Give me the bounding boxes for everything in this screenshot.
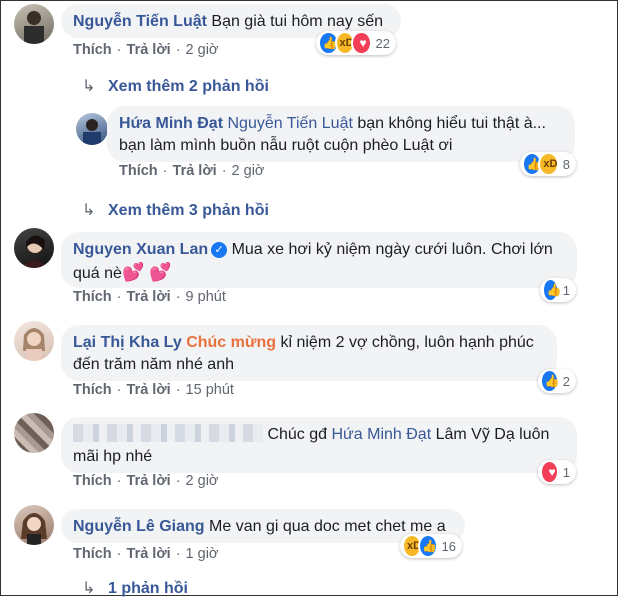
comment-text: Me van gi qua doc met chet me a — [209, 518, 446, 535]
reaction-count: 8 — [562, 156, 570, 172]
separator: · — [162, 163, 168, 179]
commenter-name[interactable]: Hứa Minh Đạt — [119, 115, 223, 132]
comment-text: bạn không hiểu tui thật à... — [357, 115, 546, 132]
reply-link[interactable]: Trả lời — [127, 546, 171, 562]
like-link[interactable]: Thích — [73, 473, 112, 489]
avatar[interactable] — [14, 505, 54, 545]
timestamp[interactable]: 9 phút — [186, 289, 226, 305]
timestamp[interactable]: 2 giờ — [186, 473, 219, 489]
avatar[interactable] — [14, 413, 54, 453]
like-link[interactable]: Thích — [119, 163, 158, 179]
highlighted-tag[interactable]: Chúc mừng — [186, 334, 276, 351]
comment-text: Chúc gđ — [267, 426, 328, 443]
comment-actions: Thích · Trả lời · 2 giờ — [73, 473, 218, 489]
like-icon: 👍 — [540, 369, 559, 393]
comment-actions: Thích · Trả lời · 2 giờ — [119, 163, 264, 179]
reaction-summary[interactable]: ♥ 1 — [538, 460, 576, 484]
reaction-count: 1 — [562, 464, 570, 480]
reaction-summary[interactable]: 👍 xD ♥ 22 — [316, 31, 396, 55]
reply-link[interactable]: Trả lời — [127, 42, 171, 58]
like-link[interactable]: Thích — [73, 42, 112, 58]
reaction-count: 16 — [441, 538, 456, 554]
timestamp[interactable]: 15 phút — [186, 382, 234, 398]
comment-bubble: Hứa Minh Đạt Nguyễn Tiến Luật bạn không … — [107, 106, 575, 162]
like-icon: 👍 — [417, 534, 438, 558]
view-more-label: Xem thêm 2 phản hồi — [108, 78, 269, 95]
comment-bubble: Lại Thị Kha Ly Chúc mừng kỉ niệm 2 vợ ch… — [61, 325, 557, 381]
love-icon: ♥ — [351, 31, 372, 55]
separator: · — [175, 546, 181, 562]
comment-text-line2: bạn làm mình buồn nẫu ruột cuộn phèo Luậ… — [119, 137, 453, 154]
reaction-summary[interactable]: 👍 2 — [538, 369, 576, 393]
avatar[interactable] — [14, 4, 54, 44]
comment-actions: Thích · Trả lời · 9 phút — [73, 289, 226, 305]
commenter-name[interactable]: Nguyễn Tiến Luật — [73, 13, 207, 30]
blurred-name — [73, 424, 263, 442]
separator: · — [175, 42, 181, 58]
comment-actions: Thích · Trả lời · 2 giờ — [73, 42, 218, 58]
comment-text-line2: đến trăm năm nhé anh — [73, 356, 234, 373]
separator: · — [116, 382, 122, 398]
comment-text-cont: Lâm Vỹ Dạ luôn — [435, 426, 550, 443]
comment-bubble: Nguyen Xuan Lan ✓ Mua xe hơi kỷ niệm ngày… — [61, 232, 577, 288]
comment-text: Bạn già tui hôm nay sến — [211, 13, 384, 30]
heart-emoji-icon: 💕 💕 — [121, 262, 172, 282]
reply-link[interactable]: Trả lời — [127, 382, 171, 398]
timestamp[interactable]: 2 giờ — [232, 163, 265, 179]
reply-link[interactable]: Trả lời — [127, 473, 171, 489]
like-link[interactable]: Thích — [73, 546, 112, 562]
view-more-replies-2[interactable]: ↳ Xem thêm 3 phản hồi — [82, 200, 269, 220]
comment-text: Mua xe hơi kỷ niệm ngày cưới luôn. Chơi … — [231, 241, 553, 258]
comment-bubble: Chúc gđ Hứa Minh Đạt Lâm Vỹ Dạ luôn mãi … — [61, 417, 577, 473]
reply-link[interactable]: Trả lời — [173, 163, 217, 179]
view-more-label: Xem thêm 3 phản hồi — [108, 202, 269, 219]
timestamp[interactable]: 1 giờ — [186, 546, 219, 562]
avatar[interactable] — [76, 113, 108, 145]
separator: · — [221, 163, 227, 179]
comment-text-line2: quá nè — [73, 265, 122, 282]
avatar[interactable] — [14, 228, 54, 268]
like-link[interactable]: Thích — [73, 382, 112, 398]
mention-link[interactable]: Hứa Minh Đạt — [332, 426, 432, 443]
reaction-summary[interactable]: xD 👍 16 — [400, 534, 462, 558]
commenter-name[interactable]: Nguyễn Lê Giang — [73, 518, 205, 535]
reply-arrow-icon: ↳ — [82, 78, 96, 95]
comment-text-line2: mãi hp nhé — [73, 448, 153, 465]
view-replies-3[interactable]: ↳ 1 phản hồi — [82, 578, 188, 598]
mention-link[interactable]: Nguyễn Tiến Luật — [227, 115, 352, 132]
reply-link[interactable]: Trả lời — [127, 289, 171, 305]
comment-actions: Thích · Trả lời · 1 giờ — [73, 546, 218, 562]
commenter-name[interactable]: Lại Thị Kha Ly — [73, 334, 182, 351]
timestamp[interactable]: 2 giờ — [186, 42, 219, 58]
commenter-name[interactable]: Nguyen Xuan Lan — [73, 241, 208, 258]
reply-arrow-icon: ↳ — [82, 580, 96, 597]
like-link[interactable]: Thích — [73, 289, 112, 305]
separator: · — [175, 289, 181, 305]
reaction-count: 2 — [562, 373, 570, 389]
reaction-summary[interactable]: 👍 xD 8 — [520, 152, 576, 176]
reaction-summary[interactable]: 👍 1 — [540, 278, 576, 302]
verified-badge-icon: ✓ — [211, 242, 228, 258]
love-icon: ♥ — [540, 460, 559, 484]
separator: · — [116, 546, 122, 562]
reaction-count: 22 — [375, 35, 391, 51]
view-more-replies-1[interactable]: ↳ Xem thêm 2 phản hồi — [82, 76, 269, 96]
separator: · — [116, 473, 122, 489]
view-more-label: 1 phản hồi — [108, 580, 188, 597]
separator: · — [175, 382, 181, 398]
haha-icon: xD — [538, 152, 559, 176]
reply-arrow-icon: ↳ — [82, 202, 96, 219]
avatar[interactable] — [14, 321, 54, 361]
like-icon: 👍 — [542, 278, 561, 302]
comment-text: kỉ niệm 2 vợ chồng, luôn hạnh phúc — [280, 334, 534, 351]
separator: · — [116, 42, 122, 58]
separator: · — [116, 289, 122, 305]
separator: · — [175, 473, 181, 489]
comment-actions: Thích · Trả lời · 15 phút — [73, 382, 234, 398]
